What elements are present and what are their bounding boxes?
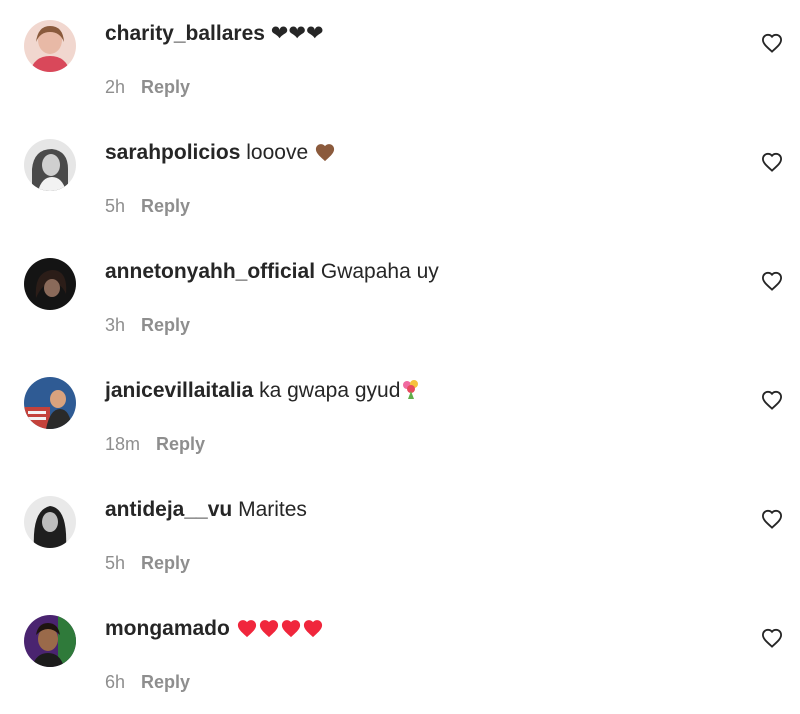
comment-item: antideja__vu Marites 5h Reply — [0, 476, 800, 595]
username[interactable]: charity_ballares — [105, 22, 265, 45]
comment-text: looove — [246, 141, 309, 164]
comment-text: ❤❤❤ — [270, 22, 324, 45]
avatar[interactable] — [24, 139, 76, 191]
reply-button[interactable]: Reply — [141, 672, 190, 692]
reply-button[interactable]: Reply — [141, 77, 190, 97]
reply-button[interactable]: Reply — [141, 196, 190, 216]
comment-text: ka gwapa gyud — [259, 379, 401, 402]
comment-meta: 5h Reply — [105, 552, 190, 574]
comment-meta: 18m Reply — [105, 433, 205, 455]
comment-text: Gwapaha uy — [320, 260, 439, 283]
comment-meta: 6h Reply — [105, 671, 190, 693]
username[interactable]: antideja__vu — [105, 498, 232, 521]
username[interactable]: janicevillaitalia — [105, 379, 253, 402]
comment-item: janicevillaitalia ka gwapa gyud 18m Reply — [0, 357, 800, 476]
timestamp: 6h — [105, 672, 126, 692]
bouquet-emoji — [403, 380, 419, 399]
username[interactable]: mongamado — [105, 617, 230, 640]
heart-outline-icon[interactable] — [761, 390, 783, 410]
comment-line: mongamado — [105, 616, 324, 642]
heart-outline-icon[interactable] — [761, 271, 783, 291]
reply-button[interactable]: Reply — [156, 434, 205, 454]
username[interactable]: sarahpolicios — [105, 141, 240, 164]
avatar[interactable] — [24, 258, 76, 310]
heart-outline-icon[interactable] — [761, 628, 783, 648]
comment-meta: 3h Reply — [105, 314, 190, 336]
heart-outline-icon[interactable] — [761, 152, 783, 172]
red-hearts-emoji — [236, 616, 324, 642]
timestamp: 18m — [105, 434, 141, 454]
timestamp: 5h — [105, 553, 126, 573]
red-heart-icon — [237, 620, 256, 638]
comment-line: charity_ballares ❤❤❤ — [105, 21, 324, 47]
brown-heart-emoji — [315, 144, 335, 162]
comment-meta: 5h Reply — [105, 195, 190, 217]
comment-line: antideja__vu Marites — [105, 497, 307, 523]
comment-item: charity_ballares ❤❤❤ 2h Reply — [0, 0, 800, 119]
avatar[interactable] — [24, 496, 76, 548]
comment-meta: 2h Reply — [105, 76, 190, 98]
reply-button[interactable]: Reply — [141, 553, 190, 573]
comment-line: janicevillaitalia ka gwapa gyud — [105, 378, 422, 404]
comment-item: sarahpolicios looove 5h Reply — [0, 119, 800, 238]
timestamp: 5h — [105, 196, 126, 216]
comment-item: annetonyahh_official Gwapaha uy 3h Reply — [0, 238, 800, 357]
heart-outline-icon[interactable] — [761, 33, 783, 53]
comment-text: Marites — [238, 498, 307, 521]
reply-button[interactable]: Reply — [141, 315, 190, 335]
comment-item: mongamado 6h Reply — [0, 595, 800, 714]
timestamp: 3h — [105, 315, 126, 335]
avatar[interactable] — [24, 615, 76, 667]
red-heart-icon — [259, 620, 278, 638]
comment-line: annetonyahh_official Gwapaha uy — [105, 259, 439, 285]
username[interactable]: annetonyahh_official — [105, 260, 315, 283]
avatar[interactable] — [24, 20, 76, 72]
red-heart-icon — [281, 620, 300, 638]
avatar[interactable] — [24, 377, 76, 429]
red-heart-icon — [303, 620, 322, 638]
comment-line: sarahpolicios looove — [105, 140, 336, 166]
heart-outline-icon[interactable] — [761, 509, 783, 529]
timestamp: 2h — [105, 77, 126, 97]
